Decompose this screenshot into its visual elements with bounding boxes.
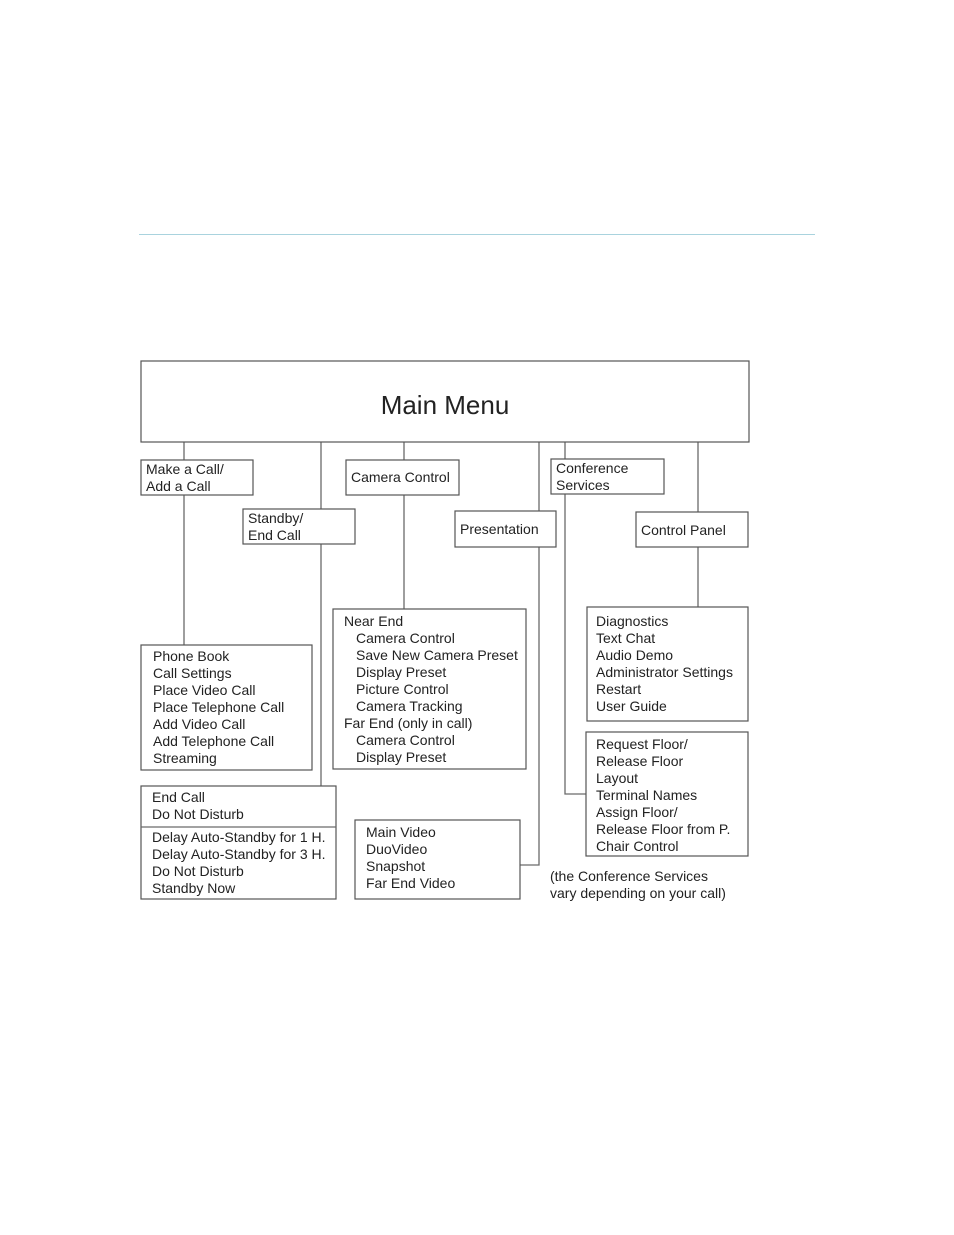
submenu-item: Administrator Settings: [596, 664, 733, 680]
category-label: Services: [556, 477, 610, 493]
submenu-item: Terminal Names: [596, 787, 697, 803]
submenu-item: Place Telephone Call: [153, 699, 284, 715]
submenu-item: Camera Control: [356, 630, 455, 646]
submenu-item: Assign Floor/: [596, 804, 678, 820]
submenu-item: Display Preset: [356, 664, 446, 680]
submenu-item: Do Not Disturb: [152, 863, 244, 879]
submenu-item: Restart: [596, 681, 641, 697]
submenu-control-panel: DiagnosticsText ChatAudio DemoAdministra…: [586, 606, 749, 722]
submenu-item: Snapshot: [366, 858, 425, 874]
submenu-item: Phone Book: [153, 648, 230, 664]
category-presentation: Presentation: [454, 510, 557, 548]
conference-note: (the Conference Services vary depending …: [550, 868, 726, 901]
menu-tree-diagram: Main Menu Make a Call/ Add a Call Standb…: [140, 360, 750, 901]
submenu-item: Release Floor: [596, 753, 683, 769]
submenu-item: End Call: [152, 789, 205, 805]
category-label: End Call: [248, 527, 301, 543]
submenu-item: Text Chat: [596, 630, 655, 646]
submenu-item: Far End Video: [366, 875, 455, 891]
submenu-item: Call Settings: [153, 665, 232, 681]
submenu-item: Display Preset: [356, 749, 446, 765]
submenu-item: Standby Now: [152, 880, 236, 896]
category-camera-control: Camera Control: [345, 459, 460, 496]
category-control-panel: Control Panel: [635, 511, 749, 548]
category-label: Conference: [556, 460, 629, 476]
submenu-camera-control: Near EndCamera ControlSave New Camera Pr…: [332, 608, 527, 770]
submenu-item: Do Not Disturb: [152, 806, 244, 822]
submenu-item: Chair Control: [596, 838, 678, 854]
submenu-item: Picture Control: [356, 681, 449, 697]
note-line: (the Conference Services: [550, 868, 708, 884]
submenu-item: Audio Demo: [596, 647, 673, 663]
category-conference-services: Conference Services: [550, 458, 665, 495]
submenu-item: Diagnostics: [596, 613, 668, 629]
submenu-item: User Guide: [596, 698, 667, 714]
category-label: Make a Call/: [146, 461, 224, 477]
submenu-item: Layout: [596, 770, 638, 786]
submenu-item: Camera Tracking: [356, 698, 463, 714]
submenu-make-call: Phone BookCall SettingsPlace Video CallP…: [140, 644, 313, 771]
submenu-item: Release Floor from P.: [596, 821, 730, 837]
submenu-item: Near End: [344, 613, 403, 629]
category-make-call: Make a Call/ Add a Call: [140, 459, 254, 496]
submenu-item: Streaming: [153, 750, 217, 766]
connector-conference-sub: [564, 494, 586, 795]
submenu-item: Delay Auto-Standby for 3 H.: [152, 846, 326, 862]
category-standby: Standby/ End Call: [242, 508, 356, 545]
submenu-presentation: Main VideoDuoVideoSnapshotFar End Video: [354, 819, 521, 900]
note-line: vary depending on your call): [550, 885, 726, 901]
category-label: Add a Call: [146, 478, 211, 494]
category-label: Standby/: [248, 510, 303, 526]
main-menu-title: Main Menu: [381, 390, 510, 420]
submenu-item: Far End (only in call): [344, 715, 472, 731]
main-menu-node: Main Menu: [140, 360, 750, 443]
submenu-item: Camera Control: [356, 732, 455, 748]
submenu-item: Request Floor/: [596, 736, 688, 752]
submenu-item: Save New Camera Preset: [356, 647, 518, 663]
submenu-item: Place Video Call: [153, 682, 255, 698]
submenu-item: Add Telephone Call: [153, 733, 274, 749]
submenu-item: DuoVideo: [366, 841, 427, 857]
submenu-item: Main Video: [366, 824, 436, 840]
category-label: Control Panel: [641, 522, 726, 538]
submenu-standby: End CallDo Not Disturb Delay Auto-Standb…: [140, 785, 337, 900]
category-label: Presentation: [460, 521, 539, 537]
submenu-conference-services: Request Floor/Release FloorLayoutTermina…: [585, 731, 749, 857]
submenu-item: Delay Auto-Standby for 1 H.: [152, 829, 326, 845]
submenu-item: Add Video Call: [153, 716, 245, 732]
category-label: Camera Control: [351, 469, 450, 485]
